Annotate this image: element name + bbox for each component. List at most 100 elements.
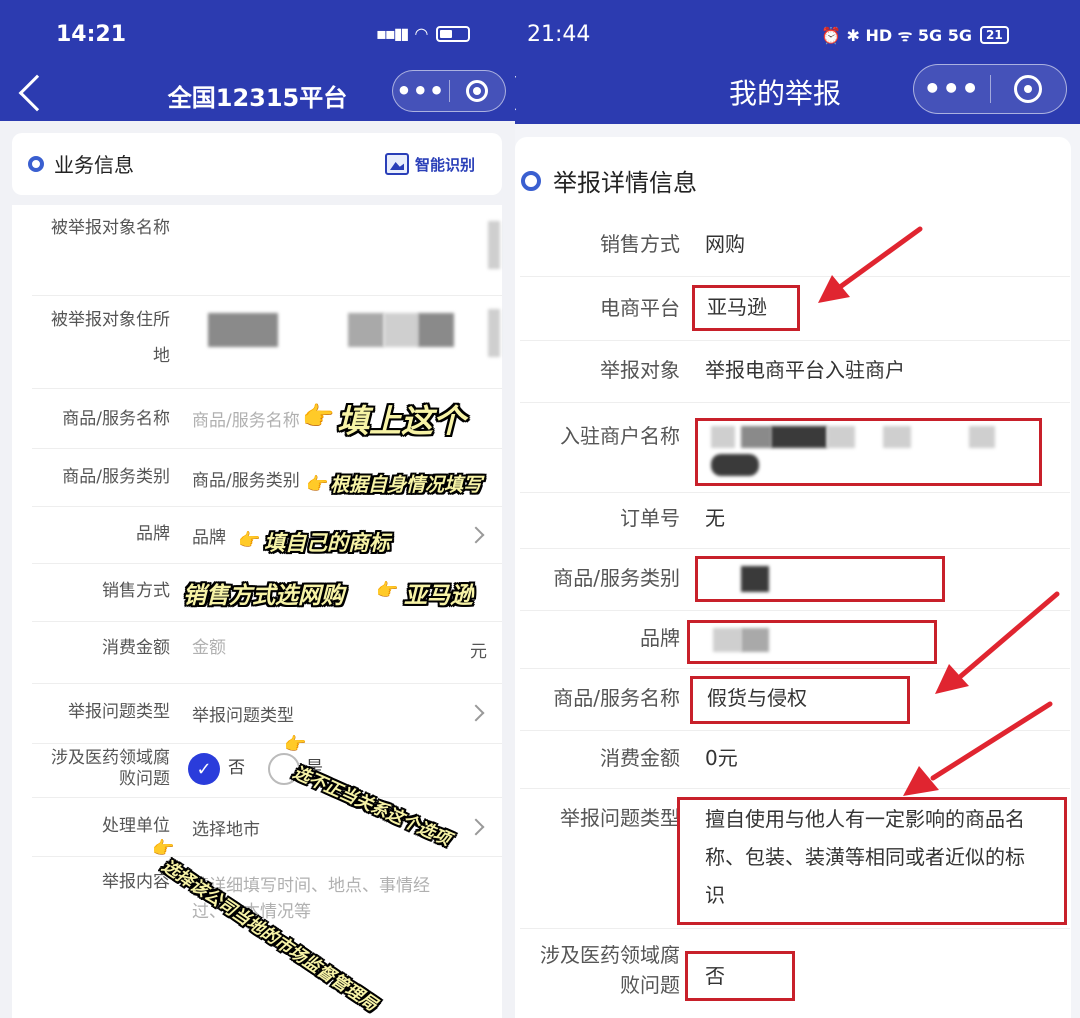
target-name-input[interactable] [190,211,490,283]
smart-recognize-label: 智能识别 [415,155,476,174]
left-header: 14:21 ▪▪▮▮ ◠ 全国12315平台 ••• [0,0,515,121]
amount-label: 消费金额 [102,638,170,658]
issue-type-label: 举报问题类型 [560,806,680,830]
annotation-amazon: 亚马逊 [404,583,473,609]
red-arrow-icon [903,701,1053,796]
redacted-block [488,221,500,269]
form-card: 被举报对象名称 被举报对象住所 地 商品/服务名称 商品/服务名称 商品/服务类… [12,205,502,1018]
section-header-card: 业务信息 智能识别 [12,133,502,195]
section-dot-icon [521,170,541,191]
highlight-box-platform [692,285,800,331]
highlight-box-category [695,556,945,602]
battery-icon [435,25,470,42]
pointing-hand-icon: 👉 [306,474,329,495]
amount-label: 消费金额 [600,746,680,770]
mini-program-capsule: ••• [913,64,1067,114]
annotation-fill-own: 根据自身情况填写 [330,474,483,496]
close-target-icon[interactable] [450,80,506,102]
more-icon[interactable]: ••• [393,79,449,103]
radio-no[interactable]: ✓ [188,753,220,785]
brand-label: 品牌 [640,626,680,650]
product-name-input[interactable]: 商品/服务名称 [192,410,300,434]
chevron-right-icon[interactable] [467,818,485,836]
signal-icon: ▪▪▮▮ [376,24,409,43]
amount-input[interactable]: 金额 [192,637,226,661]
product-category-select[interactable]: 商品/服务类别 [192,470,300,494]
annotation-sale-online: 销售方式选网购 [183,583,344,609]
status-time: 14:21 [56,22,127,47]
medical-label: 涉及医药领域腐 败问题 [51,748,170,790]
target-name-label: 被举报对象名称 [51,218,170,238]
redacted-block [418,313,454,347]
target-label: 举报对象 [600,358,680,382]
issue-type-select[interactable]: 举报问题类型 [192,705,294,729]
close-target-icon[interactable] [991,75,1067,103]
order-value: 无 [705,506,725,530]
brand-select[interactable]: 品牌 [192,527,226,551]
redacted-block [384,313,418,347]
highlight-box-product [690,676,910,724]
section-header: 业务信息 [28,149,134,178]
page-title: 我的举报 [728,77,841,110]
sale-method-value: 网购 [705,232,745,256]
section-title: 举报详情信息 [553,169,697,197]
sale-method-label: 销售方式 [600,232,680,256]
battery-icon: 21 [980,26,1009,44]
back-icon[interactable] [18,74,56,112]
redacted-block [488,309,500,357]
wifi-icon: ◠ [415,24,428,43]
left-screenshot: 14:21 ▪▪▮▮ ◠ 全国12315平台 ••• 业务信息 智能识别 被举报… [0,0,515,1018]
highlight-box-merchant [695,418,1042,486]
chevron-right-icon[interactable] [467,526,485,544]
section-header: 举报详情信息 [521,163,697,198]
merchant-label: 入驻商户名称 [560,424,680,448]
chevron-right-icon[interactable] [467,704,485,722]
amount-unit: 元 [470,642,487,662]
radio-no-label: 否 [228,758,245,778]
target-value: 举报电商平台入驻商户 [705,358,905,382]
target-address-label: 被举报对象住所 地 [51,310,170,366]
red-arrow-icon [935,591,1060,694]
smart-recognize-button[interactable]: 智能识别 [385,153,475,175]
status-icons: ⏰ ✱ HD ᯤ 5G 5G 21 [821,24,1009,46]
medical-label: 涉及医药领域腐 败问题 [540,943,680,997]
pointing-hand-icon: 👉 [302,402,335,432]
mini-program-capsule: ••• [392,70,506,112]
product-label: 商品/服务名称 [553,686,680,710]
platform-label: 电商平台 [600,296,680,320]
sale-method-label: 销售方式 [102,581,170,601]
status-icons: ▪▪▮▮ ◠ [376,24,470,43]
product-name-label: 商品/服务名称 [62,409,170,429]
redacted-block [208,313,278,347]
status-time: 21:44 [527,22,591,47]
section-dot-icon [28,155,44,172]
pointing-hand-icon: 👉 [284,734,307,755]
annotation-fill-brand: 填自己的商标 [264,531,390,555]
target-address-input[interactable] [202,309,482,349]
handler-select[interactable]: 选择地市 [192,819,260,843]
content-label: 举报内容 [102,872,170,892]
right-header: 21:44 ⏰ ✱ HD ᯤ 5G 5G 21 我的举报 ••• [515,0,1080,124]
issue-type-label: 举报问题类型 [68,702,170,722]
more-icon[interactable]: ••• [914,75,990,103]
amount-value: 0元 [705,746,738,770]
status-icon-group: ⏰ ✱ HD ᯤ 5G 5G [821,26,972,45]
order-label: 订单号 [620,506,680,530]
page-title: 全国12315平台 [167,84,348,112]
check-icon: ✓ [196,758,212,780]
highlight-box-brand [687,620,937,664]
red-arrow-icon [818,226,923,303]
highlight-box-issue-type [677,797,1067,925]
back-icon[interactable] [515,74,533,112]
highlight-box-medical [685,951,795,1001]
brand-label: 品牌 [136,524,170,544]
product-category-label: 商品/服务类别 [62,467,170,487]
handler-label: 处理单位 [102,816,170,836]
redacted-block [348,313,384,347]
section-title: 业务信息 [54,153,134,177]
annotation-fill-this: 填上这个 [337,402,466,440]
right-screenshot: 21:44 ⏰ ✱ HD ᯤ 5G 5G 21 我的举报 ••• 举报详情信息 … [515,0,1080,1018]
pointing-hand-icon: 👉 [238,530,261,551]
pointing-hand-icon: 👉 [376,580,399,601]
category-label: 商品/服务类别 [553,566,680,590]
